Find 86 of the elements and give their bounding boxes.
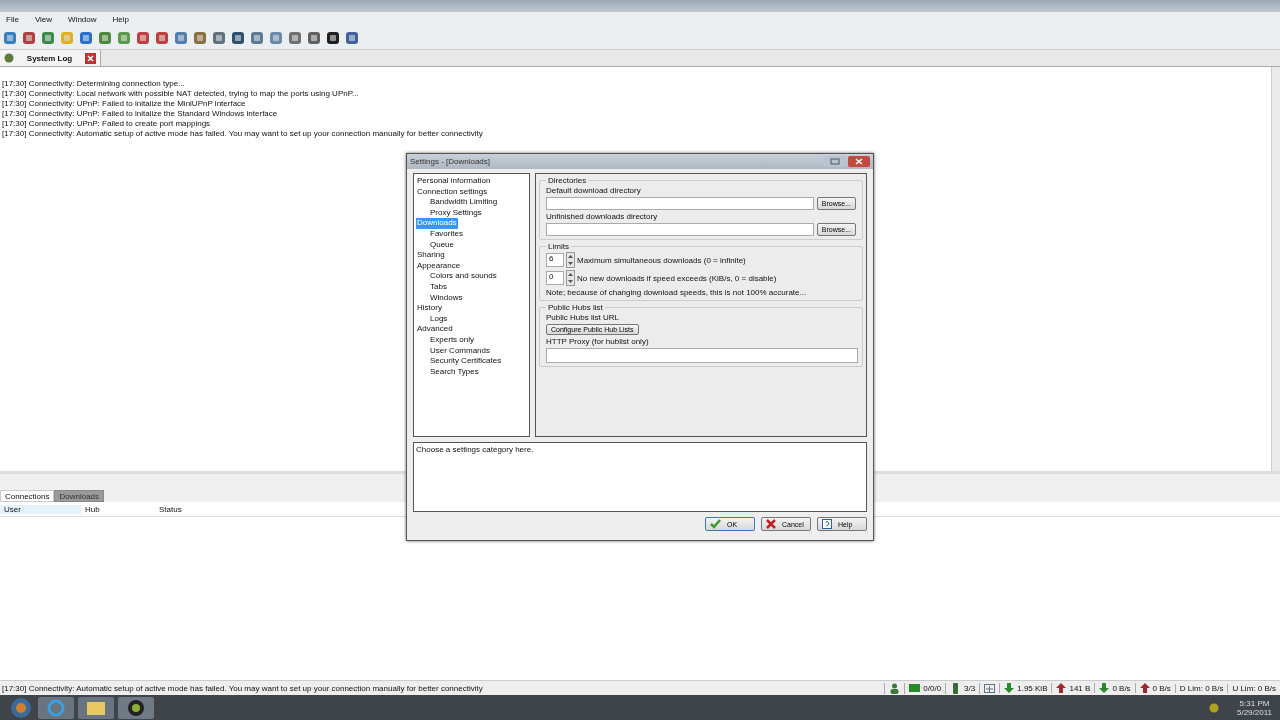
- field-label: Unfinished downloads directory: [546, 212, 659, 221]
- toolbar-icon[interactable]: [231, 31, 245, 45]
- status-text: 0/0/0: [923, 683, 942, 693]
- tree-item[interactable]: Windows: [429, 292, 464, 304]
- tree-item[interactable]: Appearance: [416, 260, 462, 272]
- cross-icon: [766, 519, 776, 529]
- up-arrow-icon: [1139, 683, 1150, 693]
- status-text: 0 B/s: [1112, 683, 1131, 693]
- group-title: Limits: [547, 242, 570, 251]
- toolbar-icon[interactable]: [326, 31, 340, 45]
- group-title: Directories: [547, 176, 588, 185]
- network-icon: [984, 682, 996, 694]
- column-header[interactable]: User: [0, 504, 81, 514]
- input-field[interactable]: [546, 223, 814, 236]
- tab[interactable]: Downloads: [54, 490, 105, 502]
- close-icon[interactable]: [85, 52, 96, 64]
- tab[interactable]: System Log: [0, 50, 101, 66]
- dialog-title: Settings - [Downloads]: [410, 157, 491, 166]
- status-text: 141 B: [1069, 683, 1091, 693]
- tab[interactable]: Connections: [0, 490, 55, 502]
- menu-item[interactable]: File: [6, 15, 19, 24]
- start-button[interactable]: [8, 696, 34, 719]
- browser-icon[interactable]: [38, 696, 74, 719]
- spinner-arrows-icon[interactable]: [566, 270, 575, 286]
- note-text: Note; because of changing download speeds, this is not 100% accurate...: [546, 288, 808, 297]
- menu-item[interactable]: View: [34, 15, 53, 24]
- log-line: [17:30] Connectivity: Automatic setup of active mode has failed. You may want to set up your connection manually for better connectivity: [2, 129, 484, 139]
- spinner-label: Maximum simultaneous downloads (0 = infinite): [577, 255, 746, 265]
- status-text: 1.95 KiB: [1017, 683, 1048, 693]
- menu-item[interactable]: Help: [112, 15, 129, 24]
- clock-date: 5/29/2011: [1237, 707, 1272, 717]
- status-text: 3/3: [964, 683, 976, 693]
- person-icon: [889, 682, 901, 694]
- folder-icon[interactable]: [78, 696, 114, 719]
- tray-icon[interactable]: [1209, 702, 1219, 713]
- close-button[interactable]: [848, 156, 870, 167]
- log-line: [17:30] Connectivity: UPnP: Failed to initalize the MiniUPnP interface: [2, 99, 247, 109]
- log-line: [17:30] Connectivity: Local network with possible NAT detected, trying to map the ports using UPnP...: [2, 89, 360, 99]
- spin-field[interactable]: 0: [546, 271, 564, 285]
- menu-item[interactable]: Window: [68, 15, 97, 24]
- input-field[interactable]: [546, 348, 858, 363]
- tree-item[interactable]: Security Certificates: [429, 356, 503, 367]
- tree-item[interactable]: Experts only: [429, 334, 476, 346]
- tree-item[interactable]: Favorites: [429, 228, 464, 240]
- tree-item[interactable]: History: [416, 303, 443, 314]
- log-line: [17:30] Connectivity: UPnP: Failed to initalize the Standard Windows interface: [2, 109, 279, 119]
- help-icon: [822, 519, 832, 529]
- tree-item[interactable]: Proxy Settings: [429, 207, 483, 219]
- status-message: [17:30] Connectivity: Automatic setup of active mode has failed. You may want to set up your connection manually for better connectivity: [1, 683, 484, 693]
- spinner-arrows-icon[interactable]: [566, 252, 575, 268]
- tree-item[interactable]: Bandwidth Limiting: [429, 197, 499, 208]
- globe-icon: [4, 53, 14, 63]
- monitor-icon: [909, 682, 921, 694]
- log-line: [17:30] Connectivity: Determining connection type...: [2, 79, 186, 89]
- spin-field[interactable]: 6: [546, 253, 564, 267]
- tree-item[interactable]: Logs: [429, 313, 449, 325]
- field-label: Public Hubs list URL: [546, 313, 620, 322]
- field-label: HTTP Proxy (for hublist only): [546, 337, 650, 346]
- tree-item[interactable]: Search Types: [429, 366, 480, 378]
- spinner-label: No new downloads if speed exceeds (KiB/s, 0 = disable): [577, 273, 777, 283]
- input-field[interactable]: [546, 197, 814, 210]
- scrollbar[interactable]: [1271, 67, 1280, 471]
- column-header[interactable]: Hub: [81, 504, 155, 514]
- tab-label: System Log: [25, 53, 74, 63]
- tree-item[interactable]: Personal information: [416, 176, 492, 187]
- check-icon: [710, 519, 721, 529]
- status-text: 0 B/s: [1152, 683, 1171, 693]
- column-header[interactable]: Status: [155, 504, 229, 514]
- tree-item[interactable]: User Commands: [429, 345, 491, 357]
- app-icon[interactable]: [118, 696, 154, 719]
- clock-time: 5:31 PM: [1239, 698, 1270, 708]
- description-text: Choose a settings category here.: [416, 445, 534, 454]
- up-arrow-icon: [1056, 683, 1067, 693]
- field-label: Default download directory: [546, 186, 642, 195]
- tree-item[interactable]: Sharing: [416, 250, 446, 261]
- tree-item[interactable]: Advanced: [416, 324, 454, 335]
- tree-item[interactable]: Colors and sounds: [429, 271, 498, 282]
- status-text: U Lim: 0 B/s: [1232, 683, 1276, 693]
- log-line: [17:30] Connectivity: UPnP: Failed to create port mappings: [2, 119, 212, 129]
- status-text: D Lim: 0 B/s: [1179, 683, 1224, 693]
- down-arrow-icon: [1004, 683, 1015, 693]
- group-title: Public Hubs list: [547, 303, 604, 312]
- tree-item[interactable]: Queue: [429, 239, 456, 251]
- down-arrow-icon: [1099, 683, 1110, 693]
- tree-item[interactable]: Tabs: [429, 281, 448, 293]
- tree-item[interactable]: Connection settings: [416, 186, 489, 198]
